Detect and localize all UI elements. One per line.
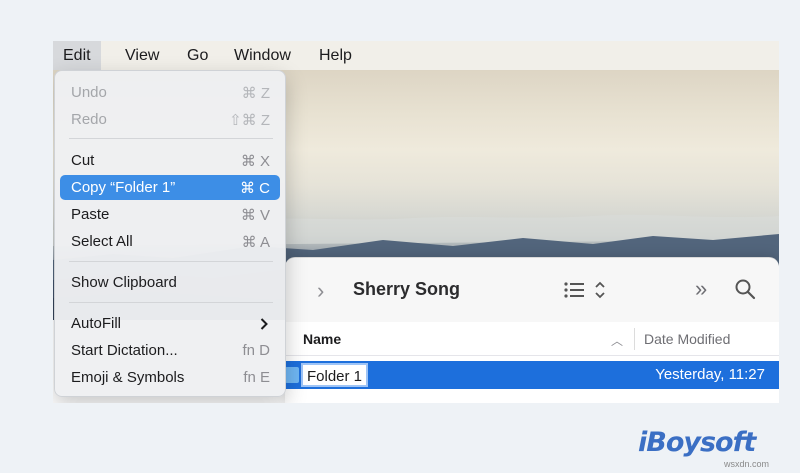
menu-item-shortcut: ⌘ Z (241, 85, 270, 102)
menu-item-shortcut: ⌘ A (241, 234, 270, 251)
menu-item-shortcut: fn E (243, 369, 270, 386)
menu-item-label: Select All (71, 233, 133, 250)
menu-go[interactable]: Go (177, 41, 218, 70)
menu-item-label: Emoji & Symbols (71, 369, 185, 386)
menu-item-copy[interactable]: Copy “Folder 1” ⌘ C (60, 175, 280, 200)
menu-item-undo[interactable]: Undo ⌘ Z (60, 80, 280, 105)
list-view-icon[interactable] (563, 280, 613, 307)
watermark-url: wsxdn.com (724, 459, 770, 469)
finder-title: Sherry Song (353, 279, 461, 299)
menu-item-label: Undo (71, 84, 107, 101)
finder-toolbar: › Sherry Song » (285, 258, 779, 322)
column-header-row: Name ︿ Date Modified (285, 322, 779, 356)
more-chevrons-icon[interactable]: » (695, 276, 707, 302)
menu-item-label: Redo (71, 111, 107, 128)
menu-item-redo[interactable]: Redo ⇧⌘ Z (60, 107, 280, 132)
menu-item-label: AutoFill (71, 315, 122, 332)
screen: Edit View Go Window Help › Sherry Song »… (53, 41, 779, 403)
menu-item-autofill[interactable]: AutoFill (60, 311, 280, 336)
menu-item-paste[interactable]: Paste ⌘ V (60, 202, 280, 227)
menu-separator (69, 261, 273, 262)
table-row[interactable]: Folder 1 Yesterday, 11:27 (285, 361, 779, 389)
menu-bar: Edit View Go Window Help (53, 41, 779, 70)
chevron-right-icon (260, 317, 268, 335)
menu-item-select-all[interactable]: Select All ⌘ A (60, 229, 280, 254)
folder-icon (285, 367, 299, 383)
sort-chevron-icon[interactable]: ︿ (611, 332, 623, 349)
edit-menu-dropdown: Undo ⌘ Z Redo ⇧⌘ Z Cut ⌘ X Copy “Folder … (54, 70, 286, 397)
column-divider[interactable] (634, 328, 635, 350)
menu-item-label: Show Clipboard (71, 274, 177, 291)
search-icon[interactable] (734, 278, 756, 305)
menu-separator (69, 302, 273, 303)
menu-help[interactable]: Help (309, 41, 362, 70)
menu-item-label: Cut (71, 152, 95, 169)
column-date-header[interactable]: Date Modified (644, 331, 730, 347)
menu-view[interactable]: View (115, 41, 169, 70)
menu-item-shortcut: fn D (242, 342, 270, 359)
menu-item-start-dictation[interactable]: Start Dictation... fn D (60, 338, 280, 363)
menu-item-shortcut: ⌘ X (240, 153, 270, 170)
menu-item-label: Start Dictation... (71, 342, 178, 359)
rename-field[interactable]: Folder 1 (301, 363, 369, 387)
menu-edit[interactable]: Edit (53, 41, 101, 70)
menu-item-cut[interactable]: Cut ⌘ X (60, 148, 280, 173)
finder-window: › Sherry Song » Name ︿ Date Modified Fol… (285, 257, 779, 403)
row-date-modified: Yesterday, 11:27 (655, 366, 765, 383)
menu-item-shortcut: ⌘ V (240, 207, 270, 224)
menu-item-emoji-symbols[interactable]: Emoji & Symbols fn E (60, 365, 280, 390)
back-chevron-icon[interactable]: › (317, 278, 324, 304)
menu-separator (69, 138, 273, 139)
column-name-header[interactable]: Name (303, 331, 341, 347)
menu-item-shortcut: ⇧⌘ Z (229, 112, 270, 129)
menu-item-show-clipboard[interactable]: Show Clipboard (60, 270, 280, 295)
menu-window[interactable]: Window (224, 41, 301, 70)
menu-item-label: Copy “Folder 1” (71, 179, 176, 196)
menu-item-label: Paste (71, 206, 110, 223)
menu-item-shortcut: ⌘ C (240, 180, 270, 197)
watermark-logo: iBoysoft (638, 427, 756, 458)
